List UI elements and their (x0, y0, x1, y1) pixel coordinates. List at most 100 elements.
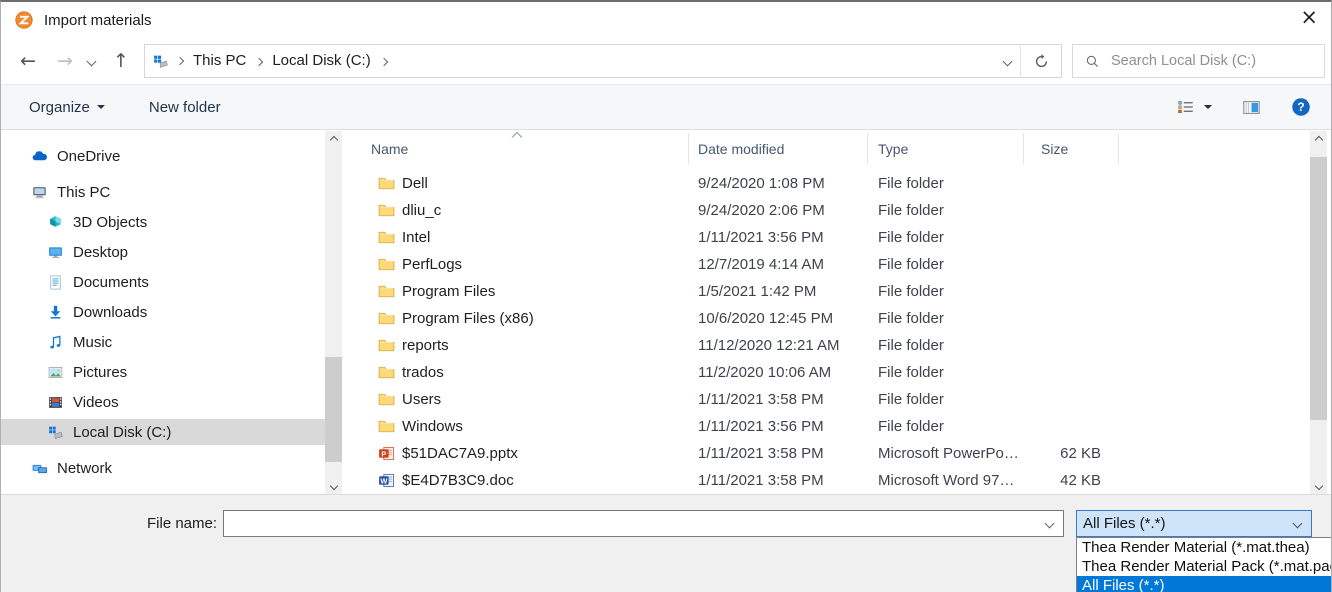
file-name-text: Program Files (x86) (402, 310, 534, 327)
back-button[interactable]: ← (15, 50, 41, 72)
file-name-text: PerfLogs (402, 256, 462, 273)
scrollbar-thumb[interactable] (325, 357, 342, 462)
table-row[interactable]: Program Files (x86)10/6/2020 12:45 PMFil… (346, 305, 1331, 332)
table-row[interactable]: reports11/12/2020 12:21 AMFile folder (346, 332, 1331, 359)
sidebar-item-downloads[interactable]: Downloads (1, 299, 325, 325)
forward-button[interactable]: → (52, 50, 78, 72)
filetype-option-all-files[interactable]: All Files (*.*) (1077, 576, 1332, 592)
table-row[interactable]: W$E4D7B3C9.doc1/11/2021 3:58 PMMicrosoft… (346, 467, 1331, 494)
up-button[interactable]: ↑ (108, 50, 134, 72)
sidebar-scrollbar[interactable] (325, 131, 342, 494)
address-dropdown-button[interactable] (994, 45, 1020, 77)
file-name-cell: P $51DAC7A9.pptx (346, 445, 689, 462)
documents-icon (47, 274, 64, 291)
file-name-cell: W$E4D7B3C9.doc (346, 472, 689, 489)
window-title: Import materials (44, 12, 152, 29)
date-modified-cell: 1/5/2021 1:42 PM (689, 283, 868, 300)
organize-button[interactable]: Organize (29, 99, 105, 116)
file-name-text: Program Files (402, 283, 495, 300)
scroll-down-button[interactable] (325, 477, 342, 494)
file-name-text: $51DAC7A9.pptx (402, 445, 518, 462)
sidebar-item-videos[interactable]: Videos (1, 389, 325, 415)
folder-icon (378, 175, 395, 192)
sidebar-item-documents[interactable]: Documents (1, 269, 325, 295)
filetype-option-thea-render-material-pack-mat-pack[interactable]: Thea Render Material Pack (*.mat.pack) (1077, 557, 1332, 576)
file-type-select[interactable]: All Files (*.*) (1076, 510, 1312, 537)
sidebar-item-label: Documents (73, 274, 149, 291)
table-row[interactable]: Program Files1/5/2021 1:42 PMFile folder (346, 278, 1331, 305)
preview-pane-button[interactable] (1242, 98, 1261, 117)
date-modified-cell: 9/24/2020 2:06 PM (689, 202, 868, 219)
file-type-selected-value: All Files (*.*) (1083, 515, 1166, 532)
refresh-button[interactable] (1021, 45, 1061, 77)
this-pc-icon (152, 53, 169, 70)
scroll-up-button[interactable] (1310, 131, 1327, 148)
close-button[interactable]: × (1300, 7, 1318, 28)
scroll-up-button[interactable] (325, 131, 342, 148)
help-icon: ? (1291, 97, 1311, 117)
sidebar-item-desktop[interactable]: Desktop (1, 239, 325, 265)
type-cell: Microsoft PowerPo… (868, 445, 1024, 462)
sidebar-item-network[interactable]: Network (1, 455, 325, 481)
new-folder-button[interactable]: New folder (149, 99, 221, 116)
column-header-size[interactable]: Size (1024, 133, 1119, 164)
file-list: Name Date modified Type Size Dell9/24/20… (346, 131, 1331, 494)
breadcrumb-item-local-disk-c[interactable]: Local Disk (C:) (264, 52, 378, 69)
sidebar-item-3d-objects[interactable]: 3D Objects (1, 209, 325, 235)
sidebar-item-onedrive[interactable]: OneDrive (1, 143, 325, 169)
pptx-icon: P (378, 445, 395, 462)
list-view-icon (1177, 98, 1195, 116)
column-header-type[interactable]: Type (868, 133, 1024, 164)
folder-icon (378, 418, 395, 435)
breadcrumb-chevron-icon[interactable] (256, 59, 262, 65)
sidebar-item-music[interactable]: Music (1, 329, 325, 355)
change-view-button[interactable] (1177, 98, 1212, 116)
sidebar-item-this-pc[interactable]: This PC (1, 179, 325, 205)
sidebar-item-local-disk-c[interactable]: Local Disk (C:) (1, 419, 325, 445)
scrollbar-thumb[interactable] (1310, 157, 1327, 420)
table-row[interactable]: PerfLogs12/7/2019 4:14 AMFile folder (346, 251, 1331, 278)
type-cell: File folder (868, 391, 1024, 408)
type-cell: File folder (868, 418, 1024, 435)
column-header-date-modified[interactable]: Date modified (689, 133, 868, 164)
table-row[interactable]: Users1/11/2021 3:58 PMFile folder (346, 386, 1331, 413)
navigation-pane: OneDrive This PC 3D Objects Desktop Document… (1, 131, 342, 494)
help-button[interactable]: ? (1291, 97, 1311, 117)
date-modified-cell: 1/11/2021 3:56 PM (689, 418, 868, 435)
file-list-scrollbar[interactable] (1310, 131, 1327, 494)
folder-icon (378, 283, 395, 300)
filetype-option-thea-render-material-mat-thea[interactable]: Thea Render Material (*.mat.thea) (1077, 538, 1332, 557)
file-rows: Dell9/24/2020 1:08 PMFile folderdliu_c9/… (346, 164, 1331, 494)
file-name-text: trados (402, 364, 444, 381)
size-cell: 42 KB (1024, 472, 1119, 489)
sidebar-item-pictures[interactable]: Pictures (1, 359, 325, 385)
table-row[interactable]: trados11/2/2020 10:06 AMFile folder (346, 359, 1331, 386)
file-name-input[interactable] (226, 512, 1039, 537)
address-bar[interactable]: This PC Local Disk (C:) (144, 44, 1062, 78)
objects3d-icon (47, 214, 64, 231)
drive-icon (47, 424, 64, 441)
table-row[interactable]: Intel1/11/2021 3:56 PMFile folder (346, 224, 1331, 251)
svg-text:?: ? (1297, 100, 1304, 114)
chevron-down-icon (86, 56, 96, 66)
sidebar-item-label: Music (73, 334, 112, 351)
table-row[interactable]: Windows1/11/2021 3:56 PMFile folder (346, 413, 1331, 440)
breadcrumb-chevron-icon[interactable] (381, 59, 387, 65)
command-toolbar: Organize New folder (1, 84, 1331, 130)
search-input[interactable] (1109, 52, 1324, 70)
folder-icon (378, 337, 395, 354)
sidebar-list: OneDrive This PC 3D Objects Desktop Document… (1, 131, 342, 481)
table-row[interactable]: P$51DAC7A9.pptx1/11/2021 3:58 PMMicrosof… (346, 440, 1331, 467)
scroll-down-button[interactable] (1310, 477, 1327, 494)
new-folder-label: New folder (149, 99, 221, 116)
breadcrumb-item-this-pc[interactable]: This PC (185, 52, 254, 69)
file-name-cell: Intel (346, 229, 689, 246)
file-type-dropdown-list: Thea Render Material (*.mat.thea)Thea Re… (1076, 537, 1332, 592)
history-dropdown-button[interactable] (82, 58, 100, 65)
table-row[interactable]: Dell9/24/2020 1:08 PMFile folder (346, 170, 1331, 197)
chevron-down-icon[interactable] (1045, 519, 1055, 529)
table-row[interactable]: dliu_c9/24/2020 2:06 PMFile folder (346, 197, 1331, 224)
size-cell: 62 KB (1024, 445, 1119, 462)
sidebar-item-label: Videos (73, 394, 119, 411)
doc-icon: W (378, 472, 395, 489)
